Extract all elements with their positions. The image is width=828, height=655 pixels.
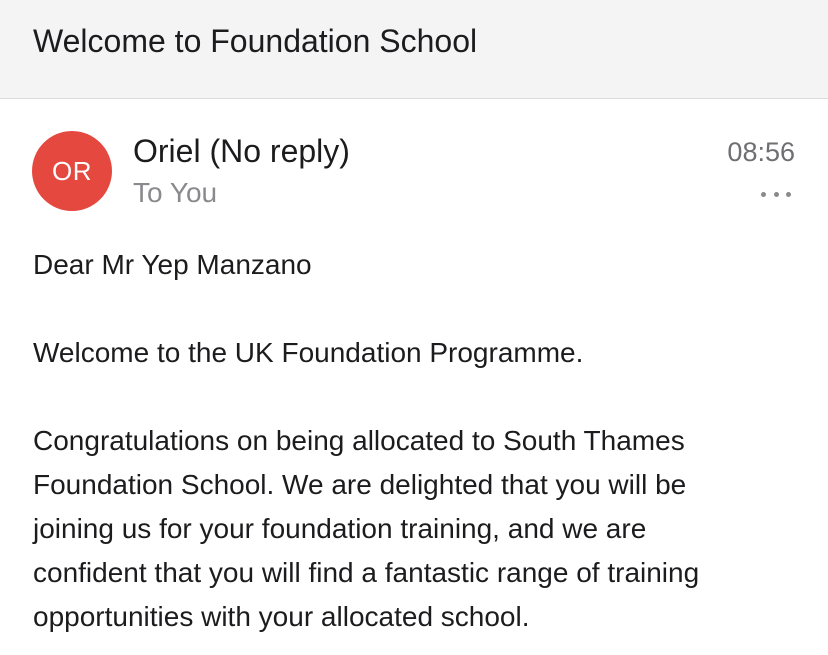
email-subject: Welcome to Foundation School [33,23,478,59]
paragraph-welcome: Welcome to the UK Foundation Programme. [33,337,584,368]
subject-bar: Welcome to Foundation School [0,0,828,99]
more-horizontal-icon[interactable] [761,180,791,208]
sender-name[interactable]: Oriel (No reply) [133,132,350,170]
greeting: Dear Mr Yep Manzano [33,249,312,280]
paragraph-congratulations: Congratulations on being allocated to So… [33,419,803,639]
sender-avatar[interactable]: OR [32,131,112,211]
message-body: Dear Mr Yep Manzano Welcome to the UK Fo… [33,243,803,639]
body-line: opportunities with your allocated school… [33,601,530,632]
more-dot [761,191,766,197]
body-line: joining us for your foundation training,… [33,513,647,544]
body-line: confident that you will find a fantastic… [33,557,700,588]
message-header: OR Oriel (No reply) To You 08:56 [0,100,828,220]
message-time: 08:56 [727,137,795,167]
recipient-line[interactable]: To You [133,176,217,210]
body-line: Foundation School. We are delighted that… [33,469,687,500]
more-dot [773,191,779,197]
body-line: Congratulations on being allocated to So… [33,425,685,456]
more-dot [786,191,791,197]
